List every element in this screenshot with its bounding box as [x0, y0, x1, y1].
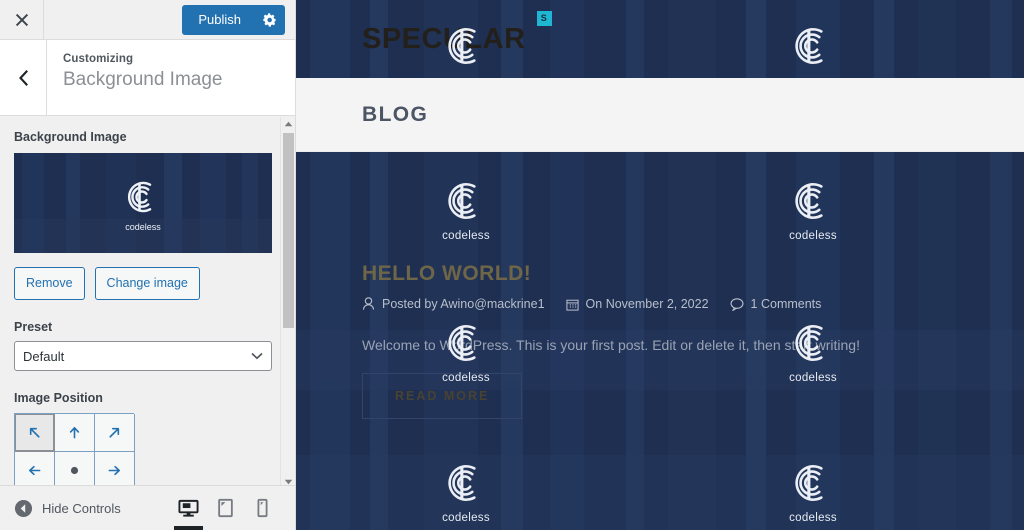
site-badge: S	[536, 10, 552, 26]
read-more-button[interactable]: READ MORE	[362, 373, 523, 419]
publish-button[interactable]: Publish	[182, 5, 255, 35]
device-mobile-button[interactable]	[244, 486, 281, 530]
panel-back-button[interactable]	[0, 40, 47, 115]
background-image-label: Background Image	[14, 130, 127, 144]
device-tablet-button[interactable]	[207, 486, 244, 530]
post-date-label: On November 2, 2022	[585, 297, 709, 311]
chevron-left-icon	[18, 69, 28, 86]
device-desktop-button[interactable]	[170, 486, 207, 530]
customizer-app: Publish Customizing Background Image Bac…	[0, 0, 1024, 530]
calendar-icon	[565, 299, 579, 311]
scroll-up-icon	[284, 121, 293, 127]
dot-icon	[70, 466, 79, 475]
arrow-up-left-icon	[29, 427, 40, 438]
position-center-right-button[interactable]	[95, 452, 135, 485]
customizer-sidebar: Publish Customizing Background Image Bac…	[0, 0, 296, 530]
collapse-arrow-icon	[14, 499, 33, 517]
customizer-topbar: Publish	[0, 0, 295, 40]
preset-select[interactable]: Default	[14, 341, 272, 371]
post-comments[interactable]: 1 Comments	[730, 297, 822, 311]
close-customizer-button[interactable]	[0, 0, 44, 39]
codeless-logo-icon	[128, 181, 152, 212]
sidebar-scrollbar[interactable]	[280, 117, 295, 489]
background-image-thumbnail[interactable]: codeless	[14, 153, 272, 253]
arrow-up-icon	[69, 427, 80, 439]
position-center-left-button[interactable]	[15, 452, 55, 485]
hide-controls-label: Hide Controls	[42, 500, 121, 516]
page-title: Background Image	[63, 69, 223, 90]
panel-title-group: Customizing Background Image	[47, 40, 223, 115]
preset-select-wrap: Default	[14, 341, 272, 371]
close-icon	[15, 13, 28, 26]
scrollbar-thumb[interactable]	[283, 133, 294, 328]
panel-header: Customizing Background Image	[0, 40, 295, 116]
site-preview[interactable]: SPECULAR S BLOG HELLO WORLD! Posted by A…	[296, 0, 1024, 530]
breadcrumb: Customizing	[63, 53, 134, 65]
preset-label: Preset	[14, 320, 53, 334]
comment-icon	[730, 297, 744, 311]
image-position-label: Image Position	[14, 391, 103, 405]
arrow-right-icon	[108, 465, 120, 476]
image-action-buttons: Remove Change image	[14, 267, 281, 300]
publish-settings-button[interactable]	[255, 5, 285, 35]
post-author: Posted by Awino@mackrine1	[362, 297, 545, 311]
post-author-label: Posted by Awino@mackrine1	[382, 297, 545, 311]
arrow-left-icon	[29, 465, 41, 476]
publish-group: Publish	[182, 5, 285, 35]
customizer-footer: Hide Controls	[0, 485, 295, 530]
position-center-button[interactable]	[55, 452, 95, 485]
position-top-left-button[interactable]	[15, 414, 55, 452]
mobile-icon	[257, 498, 268, 518]
thumbnail-watermark-text: codeless	[125, 221, 161, 232]
post-meta: Posted by Awino@mackrine1 On November 2,…	[362, 297, 1024, 311]
gear-icon	[263, 13, 276, 27]
post-title[interactable]: HELLO WORLD!	[362, 262, 1024, 286]
user-icon	[362, 297, 375, 310]
panel-body: Background Image codeless Remove Change …	[0, 116, 295, 485]
site-title: SPECULAR	[362, 22, 526, 55]
post-area: HELLO WORLD! Posted by Awino@mackrine1 O…	[296, 152, 1024, 419]
site-header: SPECULAR S	[296, 0, 1024, 78]
desktop-icon	[178, 499, 199, 517]
image-position-grid	[14, 413, 135, 485]
hide-controls-button[interactable]: Hide Controls	[0, 499, 121, 518]
page-heading: BLOG	[362, 102, 429, 126]
tablet-icon	[218, 498, 233, 518]
scrollbar-up-button[interactable]	[281, 117, 296, 131]
page-heading-bar: BLOG	[296, 78, 1024, 152]
change-image-button[interactable]: Change image	[94, 267, 200, 300]
post-comments-label: 1 Comments	[750, 297, 822, 311]
arrow-up-right-icon	[109, 427, 120, 438]
site-logo[interactable]: SPECULAR S	[362, 10, 552, 55]
device-preview-group	[170, 486, 281, 530]
remove-image-button[interactable]: Remove	[14, 267, 85, 300]
position-top-right-button[interactable]	[95, 414, 135, 452]
post-date: On November 2, 2022	[565, 297, 709, 311]
post-excerpt: Welcome to WordPress. This is your first…	[362, 337, 860, 353]
position-top-center-button[interactable]	[55, 414, 95, 452]
